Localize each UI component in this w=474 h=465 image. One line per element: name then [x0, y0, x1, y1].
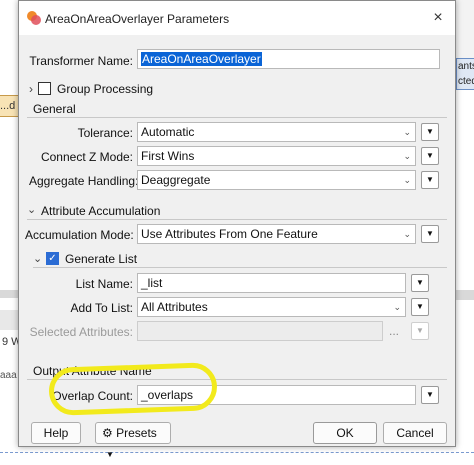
- chevron-down-icon: ⌄: [403, 229, 411, 239]
- aggregate-handling-menu-button[interactable]: ▼: [421, 171, 439, 189]
- accumulation-mode-value: Use Attributes From One Feature: [141, 227, 318, 241]
- group-processing-checkbox[interactable]: [38, 82, 51, 95]
- transformer-name-label: Transformer Name:: [29, 54, 133, 68]
- ok-button[interactable]: OK: [313, 422, 377, 444]
- help-button[interactable]: Help: [31, 422, 81, 444]
- attribute-accumulation-title: Attribute Accumulation: [41, 204, 161, 218]
- chevron-right-icon[interactable]: ›: [29, 82, 33, 96]
- cancel-button[interactable]: Cancel: [383, 422, 447, 444]
- connect-z-mode-label: Connect Z Mode:: [40, 150, 133, 164]
- selected-attributes-label: Selected Attributes:: [29, 325, 133, 339]
- background-panel-strip: [0, 310, 18, 330]
- transformer-name-value: AreaOnAreaOverlayer: [141, 52, 262, 66]
- gear-icon: ⚙: [102, 426, 113, 440]
- general-section-title: General: [33, 102, 76, 116]
- connect-z-mode-menu-button[interactable]: ▼: [421, 147, 439, 165]
- close-icon[interactable]: ×: [429, 9, 447, 27]
- chevron-down-icon[interactable]: ⌄: [27, 203, 36, 216]
- chevron-down-icon: ▼: [106, 450, 114, 459]
- aggregate-handling-value: Deaggregate: [141, 173, 211, 187]
- accumulation-mode-label: Accumulation Mode:: [25, 228, 134, 242]
- accumulation-mode-select[interactable]: Use Attributes From One Feature ⌄: [137, 224, 416, 244]
- background-node-text-2: cted=: [458, 76, 474, 87]
- chevron-down-icon: ⌄: [403, 175, 411, 185]
- selected-attributes-ellipsis-button[interactable]: ...: [389, 324, 399, 338]
- background-splitter-right: [456, 290, 474, 300]
- chevron-down-icon[interactable]: ⌄: [33, 252, 42, 265]
- add-to-list-select[interactable]: All Attributes ⌄: [137, 297, 406, 317]
- background-node-text-1: ants: [458, 61, 474, 72]
- add-to-list-label: Add To List:: [70, 301, 133, 315]
- highlight-annotation: [48, 362, 218, 416]
- generate-list-label: Generate List: [65, 252, 138, 266]
- chevron-down-icon: ⌄: [403, 127, 411, 137]
- transformer-icon: [27, 11, 41, 25]
- tolerance-select[interactable]: Automatic ⌄: [137, 122, 416, 142]
- presets-label: Presets: [116, 426, 157, 440]
- list-name-menu-button[interactable]: ▼: [411, 274, 429, 292]
- overlap-count-menu-button[interactable]: ▼: [421, 386, 439, 404]
- title-bar[interactable]: AreaOnAreaOverlayer Parameters ×: [19, 1, 455, 35]
- chevron-down-icon: ⌄: [393, 302, 401, 312]
- list-name-label: List Name:: [75, 277, 133, 291]
- dialog-title: AreaOnAreaOverlayer Parameters: [45, 12, 230, 26]
- general-divider: [27, 117, 447, 118]
- generate-list-checkbox[interactable]: ✓: [46, 252, 59, 265]
- add-to-list-value: All Attributes: [141, 300, 208, 314]
- connect-z-mode-value: First Wins: [141, 149, 195, 163]
- presets-button[interactable]: ⚙ Presets ▼: [95, 422, 171, 459]
- connect-z-mode-select[interactable]: First Wins ⌄: [137, 146, 416, 166]
- list-name-input[interactable]: _list: [137, 273, 406, 293]
- generate-list-divider: [33, 267, 447, 268]
- tolerance-label: Tolerance:: [77, 126, 133, 140]
- aggregate-handling-select[interactable]: Deaggregate ⌄: [137, 170, 416, 190]
- background-dots: aaa: [0, 370, 17, 381]
- background-connection-line: [0, 452, 474, 453]
- chevron-down-icon: ⌄: [403, 151, 411, 161]
- background-canvas-left: [0, 0, 18, 463]
- attribute-accumulation-divider: [27, 219, 447, 220]
- accumulation-mode-menu-button[interactable]: ▼: [421, 225, 439, 243]
- transformer-name-input[interactable]: AreaOnAreaOverlayer: [137, 49, 440, 69]
- add-to-list-menu-button[interactable]: ▼: [411, 298, 429, 316]
- tolerance-menu-button[interactable]: ▼: [421, 123, 439, 141]
- parameters-dialog: AreaOnAreaOverlayer Parameters × Transfo…: [18, 0, 456, 459]
- aggregate-handling-label: Aggregate Handling:: [29, 174, 139, 188]
- list-name-value: _list: [141, 276, 163, 290]
- group-processing-label: Group Processing: [57, 82, 154, 96]
- selected-attributes-input[interactable]: [137, 321, 383, 341]
- selected-attributes-menu-button[interactable]: ▼: [411, 322, 429, 340]
- tolerance-value: Automatic: [141, 125, 195, 139]
